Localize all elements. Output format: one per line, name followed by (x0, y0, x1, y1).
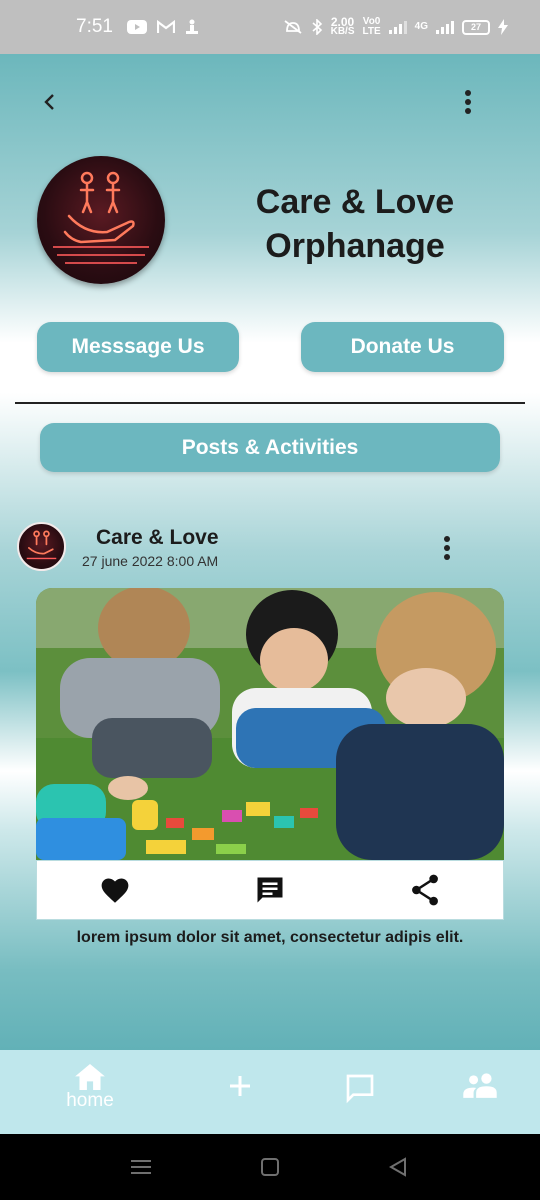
nav-chat[interactable] (342, 1072, 378, 1104)
notification-app-icon (185, 18, 199, 36)
post-author-avatar[interactable] (17, 522, 66, 571)
post-actions-bar (36, 860, 504, 920)
network-speed: 2.00 KB/S (330, 15, 355, 37)
share-button[interactable] (405, 870, 445, 910)
gmail-icon (156, 20, 175, 34)
post-author-name[interactable]: Care & Love (96, 526, 219, 550)
chevron-left-icon (44, 94, 54, 110)
divider (15, 402, 525, 404)
nav-home[interactable]: home (60, 1064, 120, 1112)
heart-icon (101, 878, 129, 903)
like-button[interactable] (95, 870, 135, 910)
back-button[interactable] (36, 88, 64, 116)
home-icon (75, 1064, 105, 1090)
triangle-back-icon (388, 1157, 406, 1177)
bluetooth-icon (311, 19, 323, 35)
organization-logo (37, 156, 165, 284)
donate-us-button[interactable]: Donate Us (301, 322, 504, 372)
battery-indicator: 27 (462, 19, 490, 35)
app-screen: Care & Love Orphanage Messsage Us Donate… (0, 54, 540, 1050)
message-us-button[interactable]: Messsage Us (37, 322, 239, 372)
post-image[interactable] (36, 588, 504, 860)
bottom-navigation: home (0, 1050, 540, 1134)
youtube-icon (126, 20, 147, 34)
home-system-button[interactable] (258, 1155, 282, 1179)
mute-alarm-icon (283, 19, 303, 35)
status-bar: 7:51 2.00 KB/S Vo0 LTE 4G 27 (0, 0, 540, 54)
share-icon (412, 874, 439, 906)
back-system-button[interactable] (386, 1155, 410, 1179)
post-card (36, 588, 504, 920)
post-caption: lorem ipsum dolor sit amet, consectetur … (76, 929, 464, 946)
posts-activities-button[interactable]: Posts & Activities (40, 423, 500, 472)
comment-icon (257, 877, 283, 903)
people-icon (463, 1073, 497, 1098)
comment-button[interactable] (250, 870, 290, 910)
menu-icon (131, 1160, 151, 1174)
more-options-button[interactable] (456, 86, 480, 118)
volte-indicator: Vo0 LTE (362, 16, 381, 37)
more-vertical-icon (444, 536, 450, 560)
network-type: 4G (414, 21, 428, 32)
nav-people[interactable] (460, 1072, 500, 1098)
page-title: Care & Love Orphanage (255, 183, 455, 265)
post-more-button[interactable] (437, 534, 457, 562)
status-time: 7:51 (76, 16, 113, 37)
add-icon (230, 1076, 250, 1096)
nav-add[interactable] (222, 1074, 258, 1098)
more-vertical-icon (465, 90, 471, 114)
chat-icon (346, 1074, 374, 1104)
recent-apps-button[interactable] (129, 1155, 153, 1179)
charging-icon (498, 19, 508, 35)
system-navigation-bar (0, 1134, 540, 1200)
signal-icon-2 (436, 20, 454, 34)
nav-home-label: home (66, 1090, 114, 1111)
square-icon (261, 1158, 279, 1176)
post-timestamp: 27 june 2022 8:00 AM (82, 553, 219, 569)
signal-icon (388, 20, 407, 34)
